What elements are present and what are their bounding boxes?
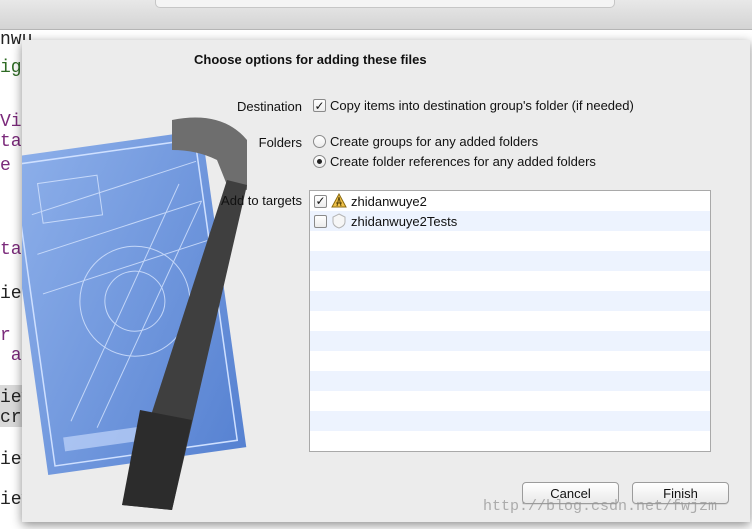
create-groups-label: Create groups for any added folders [330, 134, 539, 149]
create-folder-references-label: Create folder references for any added f… [330, 154, 596, 169]
list-stripe [310, 251, 710, 271]
code-line: e [0, 156, 11, 176]
list-stripe [310, 451, 710, 452]
app-target-icon [331, 193, 347, 209]
target-row-zhidanwuye2[interactable]: ✓ zhidanwuye2 [310, 191, 710, 211]
list-stripe [310, 331, 710, 351]
list-stripe [310, 411, 710, 431]
target-row-zhidanwuye2tests[interactable]: zhidanwuye2Tests [310, 211, 710, 231]
target-checkbox-zhidanwuye2tests[interactable] [314, 214, 327, 228]
code-line: a [0, 346, 22, 366]
copy-items-label: Copy items into destination group's fold… [330, 98, 634, 113]
create-groups-radio[interactable] [313, 135, 326, 148]
list-stripe [310, 371, 710, 391]
target-name: zhidanwuye2Tests [351, 213, 458, 229]
create-folder-references-option[interactable]: Create folder references for any added f… [313, 154, 596, 169]
code-line: r [0, 326, 11, 346]
targets-list[interactable]: ✓ zhidanwuye2 zhidanwuye2Tests [309, 190, 711, 452]
code-line: ie [0, 284, 22, 304]
code-line: ta [0, 240, 22, 260]
destination-label: Destination [236, 99, 302, 114]
toolbar-activity-field [155, 0, 615, 8]
add-to-targets-label: Add to targets [221, 193, 302, 208]
code-line: ta [0, 132, 22, 152]
create-folder-references-radio[interactable] [313, 155, 326, 168]
folders-label: Folders [258, 135, 302, 150]
create-groups-option[interactable]: Create groups for any added folders [313, 134, 538, 149]
code-line: cr [0, 408, 22, 428]
add-files-options-sheet: Choose options for adding these files De… [22, 40, 750, 522]
target-name: zhidanwuye2 [351, 193, 427, 209]
target-checkbox-zhidanwuye2[interactable]: ✓ [314, 194, 327, 208]
dialog-title: Choose options for adding these files [194, 52, 427, 67]
list-stripe [310, 291, 710, 311]
window-titlebar [0, 0, 752, 30]
watermark-text: http://blog.csdn.net/fwjzm [483, 498, 718, 515]
copy-items-checkbox[interactable]: ✓ [313, 99, 326, 112]
test-target-icon [331, 213, 347, 229]
copy-items-option[interactable]: ✓ Copy items into destination group's fo… [313, 98, 634, 113]
